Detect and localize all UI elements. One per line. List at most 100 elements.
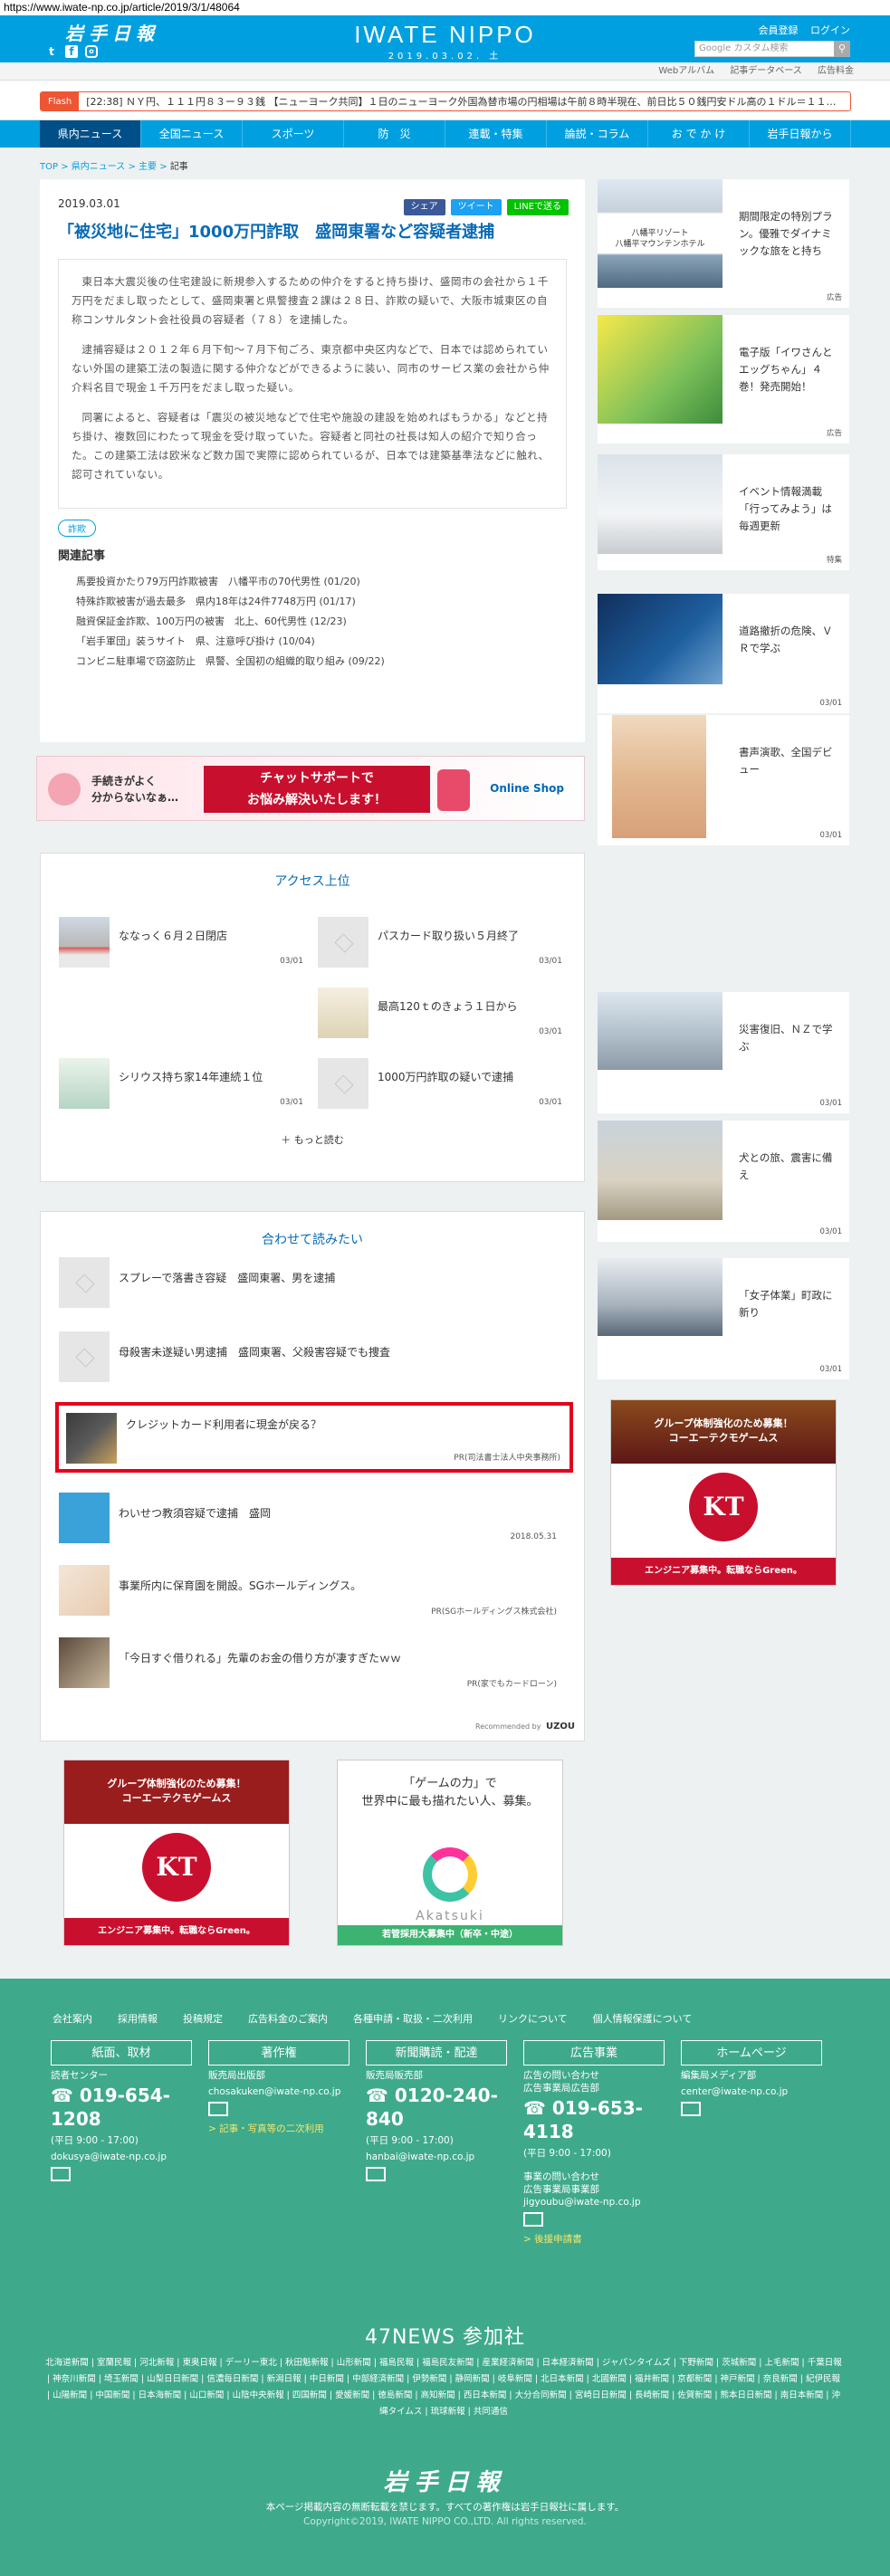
contact-email[interactable]: chosakuken@iwate-np.co.jp — [208, 2085, 349, 2098]
nav-local-news[interactable]: 県内ニュース — [40, 120, 141, 148]
read-more-button[interactable]: ＋ もっと読む — [41, 1132, 584, 1147]
register-link[interactable]: 会員登録 — [759, 24, 799, 36]
ranking-item[interactable]: ななっく６月２日閉店 03/01 — [59, 917, 303, 968]
sidebar-item[interactable]: 災害復旧、ＮＺで学ぶ 03/01 — [598, 992, 849, 1113]
akatsuki-ad[interactable]: 「ゲームの力」で 世界中に最も描れたい人、募集。 Akatsuki 若管採用大募… — [337, 1760, 563, 1946]
mail-icon[interactable] — [208, 2102, 228, 2116]
footer-contact-subscription: 新聞購読・配達 販売局販売部 ☎ 0120-240-840 (平日 9:00 -… — [366, 2040, 507, 2181]
member-papers[interactable]: 北海道新聞 | 室蘭民報 | 河北新報 | 東奥日報 | デーリー東北 | 秋田… — [45, 2355, 842, 2420]
phone-icon: ☎ — [366, 2085, 395, 2106]
kt-logo: KT — [142, 1833, 211, 1902]
recommended-sponsor: PR(家でもカードローン) — [466, 1680, 557, 1689]
breadcrumb-local[interactable]: 県内ニュース — [72, 162, 126, 172]
article: 2019.03.01 シェア ツイート LINEで送る 「被災地に住宅」1000… — [40, 179, 585, 742]
nav-sports[interactable]: スポーツ — [243, 120, 344, 148]
recommended-item[interactable]: スプレーで落書き容疑 盛岡東署、男を逮捕 — [59, 1257, 566, 1312]
subscription-button[interactable]: 新聞購読・配達 — [366, 2040, 507, 2066]
sidebar-tag: 03/01 — [819, 831, 843, 840]
homepage-button[interactable]: ホームページ — [681, 2040, 822, 2066]
ranking-item[interactable]: シリウス持ち家14年連続１位 03/01 — [59, 1058, 303, 1109]
recommended-item-highlighted[interactable]: クレジットカード利用者に現金が戻る？ PR(司法書士法人中央事務所) — [55, 1402, 573, 1473]
recommended-date: 2018.05.31 — [510, 1532, 557, 1541]
article-paragraph: 逮捕容疑は２０１２年６月下旬～７月下旬ごろ、東京都中央区内などで、日本では認めら… — [72, 343, 550, 394]
uzou-credit[interactable]: Recommended by UZOU — [475, 1722, 575, 1732]
advertising-button[interactable]: 広告事業 — [523, 2040, 665, 2066]
recommended-item[interactable]: わいせつ教須容疑で逮捕 盛岡 2018.05.31 — [59, 1493, 566, 1547]
article-tag[interactable]: 詐欺 — [58, 520, 96, 537]
nav-editorial[interactable]: 論説・コラム — [547, 120, 648, 148]
breadcrumb-top[interactable]: TOP — [40, 162, 58, 172]
contact-phone[interactable]: ☎ 019-653-4118 — [523, 2096, 665, 2143]
footer-logo[interactable]: 岩手日報 — [0, 2464, 890, 2497]
footer-link[interactable]: 各種申請・取扱・二次利用 — [353, 2011, 473, 2026]
contact-email[interactable]: dokusya@iwate-np.co.jp — [51, 2151, 192, 2163]
related-article-link[interactable]: 融資保証金詐欺、100万円の被害 北上、60代男性 (12/23) — [58, 612, 567, 632]
sponsorship-link[interactable]: > 後援申請書 — [523, 2232, 665, 2246]
mail-icon[interactable] — [523, 2212, 543, 2227]
koei-tecmo-side-ad[interactable]: グループ体制強化のため募集！ コーエーテクモゲームス KT エンジニア募集中。転… — [610, 1399, 837, 1586]
ranking-item[interactable]: 最高120ｔのきょう１日から 03/01 — [318, 987, 562, 1038]
ranking-date: 03/01 — [539, 1098, 562, 1107]
footer-link[interactable]: 会社案内 — [53, 2011, 92, 2026]
chat-support-ad[interactable]: 手続きがよく 分からないなぁ… チャットサポートで お悩み解決いたします！ On… — [36, 756, 585, 821]
sidebar-item[interactable]: イベント情報満載「行ってみよう」は毎週更新 特集 — [598, 454, 849, 570]
related-article-link[interactable]: コンビニ駐車場で窃盗防止 県警、全国初の組織的取り組み (09/22) — [58, 652, 567, 672]
breadcrumb-main[interactable]: 主要 — [139, 162, 157, 172]
related-article-link[interactable]: 特殊詐欺被害が過去最多 県内18年は24件7748万円 (01/17) — [58, 592, 567, 612]
nav-national-news[interactable]: 全国ニュース — [141, 120, 243, 148]
editorial-button[interactable]: 紙面、取材 — [51, 2040, 192, 2066]
contact-phone[interactable]: ☎ 0120-240-840 — [366, 2084, 507, 2131]
subnav-ad-rates[interactable]: 広告料金 — [818, 66, 854, 76]
subnav-database[interactable]: 記事データベース — [730, 66, 802, 76]
related-article-link[interactable]: 馬要投資かたり79万円詐欺被害 八幡平市の70代男性 (01/20) — [58, 572, 567, 592]
footer-link[interactable]: 投稿規定 — [183, 2011, 223, 2026]
powered-by-label: Recommended by — [475, 1722, 541, 1731]
ranking-item[interactable]: 1000万円詐取の疑いで逮捕 03/01 — [318, 1058, 562, 1109]
footer-contact-copyright: 著作権 販売局出版部 chosakuken@iwate-np.co.jp > 記… — [208, 2040, 349, 2135]
recommended-item[interactable]: 「今日すぐ借りれる」先輩のお金の借り方が凄すぎたｗｗ PR(家でもカードローン) — [59, 1637, 566, 1692]
contact-email[interactable]: center@iwate-np.co.jp — [681, 2085, 822, 2098]
footer-link[interactable]: 個人情報保護について — [593, 2011, 693, 2026]
copyright-button[interactable]: 著作権 — [208, 2040, 349, 2066]
recommended-sponsor: PR(SGホールディングス株式会社) — [431, 1608, 557, 1617]
related-article-link[interactable]: 「岩手軍団」装うサイト 県、注意呼び掛け (10/04) — [58, 632, 567, 652]
footer-link[interactable]: リンクについて — [498, 2011, 568, 2026]
sidebar-item[interactable]: 「女子体業」町政に新り 03/01 — [598, 1258, 849, 1379]
nav-series[interactable]: 連載・特集 — [445, 120, 547, 148]
footer-link[interactable]: 広告料金のご案内 — [248, 2011, 328, 2026]
recommended-label: スプレーで落書き容疑 盛岡東署、男を逮捕 — [119, 1272, 336, 1284]
login-link[interactable]: ログイン — [810, 24, 850, 36]
sidebar-item[interactable]: 八幡平リゾート 八幡平マウンテンホテル 期間限定の特別プラン。優雅でダイナミック… — [598, 179, 849, 308]
recommended-item[interactable]: 事業所内に保育園を開設。SGホールディングス。 PR(SGホールディングス株式会… — [59, 1565, 566, 1619]
flash-ticker[interactable]: Flash [22:38] ＮＹ円、１１１円８３ー９３銭 【ニューヨーク共同】１… — [40, 91, 851, 111]
nav-outing[interactable]: お で か け — [648, 120, 750, 148]
koei-tecmo-ad[interactable]: グループ体制強化のため募集！ コーエーテクモゲームス KT エンジニア募集中。転… — [63, 1760, 290, 1946]
search-icon[interactable]: ⚲ — [834, 41, 850, 57]
contact-email[interactable]: hanbai@iwate-np.co.jp — [366, 2151, 507, 2163]
ranking-item[interactable]: パスカード取り扱い５月終了 03/01 — [318, 917, 562, 968]
share-line-button[interactable]: LINEで送る — [506, 199, 569, 215]
subnav-album[interactable]: Webアルバム — [658, 66, 714, 76]
mail-icon[interactable] — [681, 2102, 701, 2116]
recommended-item[interactable]: 母殺害未遂疑い男逮捕 盛岡東署、父殺害容疑でも捜査 — [59, 1331, 566, 1386]
footer-link[interactable]: 採用情報 — [118, 2011, 158, 2026]
nav-from-nippo[interactable]: 岩手日報から — [750, 120, 851, 148]
nav-disaster[interactable]: 防 災 — [344, 120, 445, 148]
recommended-thumbnail — [66, 1413, 117, 1464]
sidebar-item[interactable]: 書声演歌、全国デビュー 03/01 — [598, 715, 849, 845]
flash-text[interactable]: [22:38] ＮＹ円、１１１円８３ー９３銭 【ニューヨーク共同】１日のニューヨ… — [79, 94, 836, 109]
support-face-icon — [48, 773, 81, 806]
contact-phone[interactable]: ☎ 019-654-1208 — [51, 2084, 192, 2131]
article-body: 東日本大震災後の住宅建設に新規参入するための仲介をすると持ち掛け、盛岡市の会社か… — [58, 259, 567, 509]
recommended-articles: 合わせて読みたい スプレーで落書き容疑 盛岡東署、男を逮捕 母殺害未遂疑い男逮捕… — [40, 1211, 585, 1741]
sidebar-item[interactable]: 道路撤折の危険、ＶＲで学ぶ 03/01 — [598, 594, 849, 713]
mail-icon[interactable] — [366, 2167, 386, 2181]
secondary-use-link[interactable]: > 記事・写真等の二次利用 — [208, 2122, 349, 2135]
share-twitter-button[interactable]: ツイート — [450, 199, 502, 215]
sidebar-item[interactable]: 電子版「イワさんとエッグちゃん」４巻！発売開始！ 広告 — [598, 315, 849, 444]
share-facebook-button[interactable]: シェア — [403, 199, 445, 215]
breadcrumb: TOP > 県内ニュース > 主要 > 記事 — [40, 158, 188, 172]
sidebar-item[interactable]: 犬との旅、震害に備え 03/01 — [598, 1121, 849, 1242]
search-input[interactable]: Google カスタム検索 — [694, 41, 836, 57]
mail-icon[interactable] — [51, 2167, 71, 2181]
